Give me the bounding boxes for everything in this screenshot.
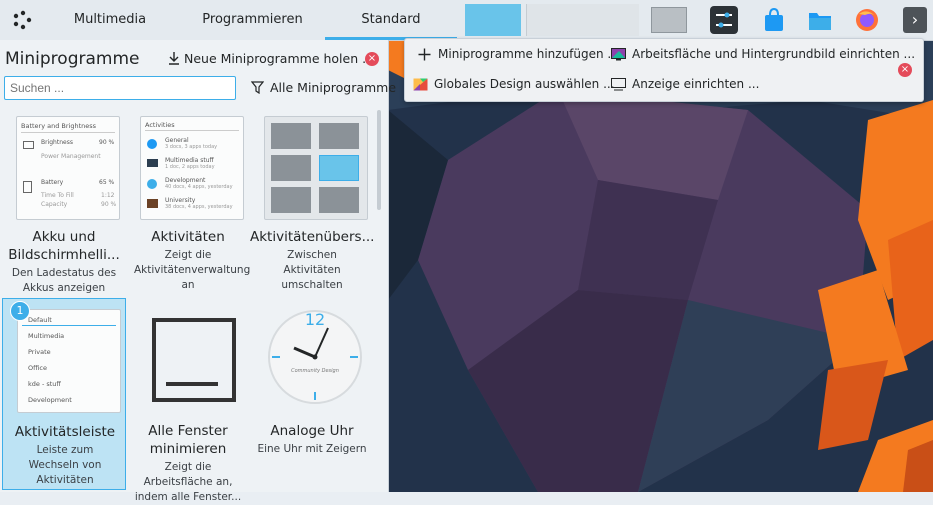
panel-expand-button[interactable]: › [903, 7, 927, 33]
clock-twelve: 12 [304, 310, 326, 329]
preview-text: Development [28, 396, 72, 404]
menu-item-configure-desktop[interactable]: Arbeitsfläche und Hintergrundbild einric… [611, 45, 915, 63]
preview-text: General [165, 137, 189, 144]
preview-text: Multimedia stuff [165, 157, 214, 164]
widget-description: Zeigt die Arbeitsfläche an, indem alle F… [134, 461, 242, 503]
widget-name: Akku und Bildschirmhelli... [8, 229, 120, 263]
widget-tile-analog-clock[interactable]: 12 Community Design Analoge Uhr Eine Uhr… [250, 300, 374, 488]
virtual-desktop-1[interactable] [465, 4, 521, 36]
widget-description: Den Ladestatus des Akkus anzeigen [11, 267, 117, 294]
preview-text: Development [165, 177, 206, 184]
preview-text: kde - stuff [28, 380, 61, 388]
menu-item-label: Anzeige einrichten ... [632, 77, 760, 91]
menu-item-label: Globales Design auswählen ... [434, 77, 615, 91]
widget-name: Aktivitätenübers... [250, 229, 375, 245]
widget-preview: Activities General 3 docs, 3 apps today … [140, 116, 244, 220]
plus-icon [418, 48, 431, 61]
filter-label: Alle Miniprogramme [270, 80, 397, 95]
preview-title: Battery and Brightness [21, 122, 97, 130]
preview-text: Brightness [41, 139, 73, 146]
widget-preview: Default Multimedia Private Office kde - … [17, 309, 121, 413]
filter-icon [250, 81, 265, 95]
preview-text: Office [28, 364, 47, 372]
widget-preview [264, 116, 368, 220]
global-theme-icon [413, 78, 428, 91]
menu-item-configure-display[interactable]: Anzeige einrichten ... [611, 75, 759, 93]
preview-text: Capacity [41, 201, 68, 208]
preview-text: University [165, 197, 196, 204]
widget-name: Aktivitätsleiste [14, 424, 116, 440]
preview-text: Private [28, 348, 51, 356]
explorer-scrollbar[interactable] [377, 110, 381, 210]
widget-tile-minimize-all[interactable]: Alle Fenster minimieren Zeigt die Arbeit… [126, 300, 250, 503]
preview-text: 38 docs, 4 apps, yesterday [165, 204, 233, 210]
menu-item-global-theme[interactable]: Globales Design auswählen ... [413, 75, 615, 93]
preview-text: Multimedia [28, 332, 65, 340]
widget-name: Aktivitäten [151, 229, 225, 245]
preview-text: 40 docs, 4 apps, yesterday [165, 184, 233, 190]
widget-description: Zwischen Aktivitäten umschalten [281, 249, 343, 291]
close-menu-button[interactable]: × [898, 63, 912, 77]
widget-tile-activity-bar[interactable]: Default Multimedia Private Office kde - … [2, 298, 126, 490]
menu-item-label: Miniprogramme hinzufügen ... [438, 47, 619, 61]
get-new-label: Neue Miniprogramme holen ... [184, 51, 375, 66]
tab-standard[interactable]: Standard [325, 0, 457, 40]
system-settings-icon[interactable] [710, 6, 738, 34]
clock-brand: Community Design [291, 368, 339, 374]
preview-text: 1:12 [101, 192, 115, 199]
download-icon [169, 52, 179, 65]
minimize-all-icon [140, 306, 242, 408]
widget-explorer: Miniprogramme Neue Miniprogramme holen .… [0, 40, 396, 503]
search-input[interactable] [4, 76, 236, 100]
preview-text: 3 docs, 3 apps today [165, 144, 218, 150]
explorer-title: Miniprogramme [5, 49, 140, 69]
preview-text: 90 % [101, 201, 117, 208]
display-icon [611, 78, 626, 91]
preview-text: Power Management [41, 153, 101, 160]
tab-programmieren[interactable]: Programmieren [175, 0, 330, 40]
widget-name: Alle Fenster minimieren [148, 423, 228, 457]
preview-text: Default [28, 316, 52, 324]
application-launcher-icon[interactable] [10, 8, 34, 32]
preview-title: Activities [145, 121, 175, 129]
folder-icon[interactable] [806, 6, 834, 34]
preview-text: Battery [41, 179, 64, 186]
menu-item-label: Arbeitsfläche und Hintergrundbild einric… [632, 47, 916, 61]
window-thumbnail[interactable] [651, 7, 687, 33]
selection-count-badge: 1 [10, 301, 30, 321]
desktop-wallpaper[interactable] [388, 40, 933, 492]
preview-text: 1 doc, 2 apps today [165, 164, 215, 170]
widget-tile-battery[interactable]: Battery and Brightness Brightness 90 % P… [2, 110, 126, 298]
widget-tile-activities[interactable]: Activities General 3 docs, 3 apps today … [126, 110, 250, 298]
top-panel: Multimedia Programmieren Standard › [0, 0, 933, 41]
desktop-wallpaper-icon [611, 48, 626, 61]
widget-name: Analoge Uhr [270, 423, 354, 439]
widget-tile-activity-pager[interactable]: Aktivitätenübers... Zwischen Aktivitäten… [250, 110, 374, 298]
preview-text: 90 % [99, 139, 115, 146]
preview-text: 65 % [99, 179, 115, 186]
preview-text: Time To Fill [41, 192, 74, 199]
tab-multimedia[interactable]: Multimedia [55, 0, 165, 40]
widget-description: Zeigt die Aktivitätenverwaltung an [134, 249, 251, 291]
store-icon[interactable] [760, 6, 788, 34]
close-explorer-button[interactable]: × [365, 52, 379, 66]
wallpaper-art [388, 40, 933, 492]
virtual-desktop-2[interactable] [526, 4, 639, 36]
widget-description: Leiste zum Wechseln von Aktivitäten [28, 444, 102, 486]
firefox-icon[interactable] [853, 6, 881, 34]
widget-description: Eine Uhr mit Zeigern [257, 443, 367, 455]
analog-clock-icon: 12 Community Design [264, 306, 366, 408]
widget-preview: Battery and Brightness Brightness 90 % P… [16, 116, 120, 220]
menu-item-add-widgets[interactable]: Miniprogramme hinzufügen ... [417, 45, 619, 63]
filter-button[interactable]: Alle Miniprogramme [250, 80, 397, 95]
get-new-widgets-button[interactable]: Neue Miniprogramme holen ... [168, 51, 374, 66]
desktop-context-menu: Miniprogramme hinzufügen ... Arbeitsfläc… [404, 38, 924, 102]
